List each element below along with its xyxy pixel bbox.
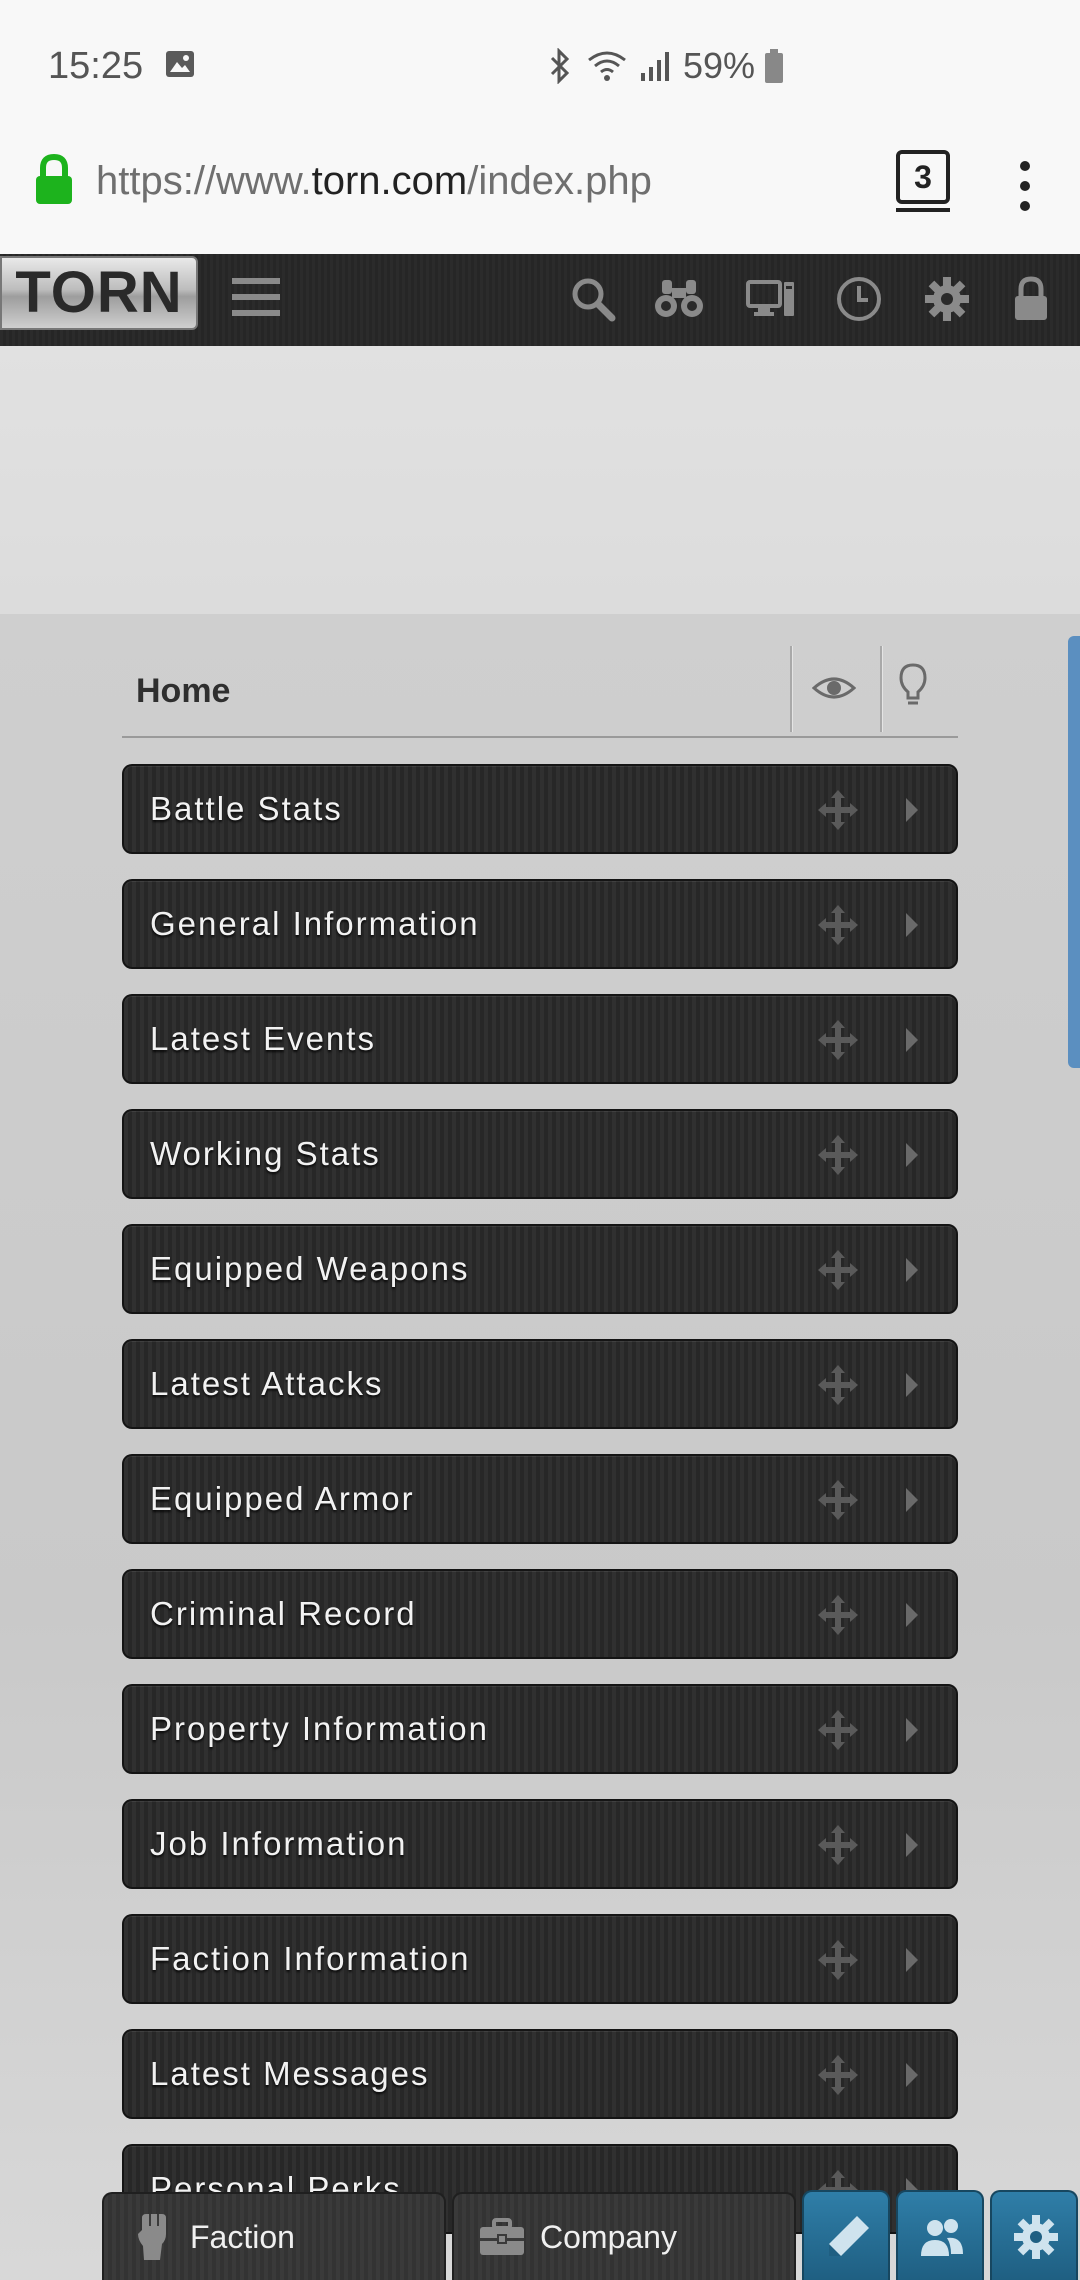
panel-item-working-stats[interactable]: Working Stats: [122, 1109, 958, 1199]
company-label: Company: [540, 2219, 677, 2255]
move-icon[interactable]: [818, 790, 858, 830]
faction-tab[interactable]: Faction: [102, 2192, 446, 2280]
chevron-right-icon[interactable]: [904, 1141, 920, 1169]
chevron-right-icon[interactable]: [904, 1256, 920, 1284]
panel-item-latest-events[interactable]: Latest Events: [122, 994, 958, 1084]
fist-icon: [138, 2214, 166, 2260]
panel-label: Latest Events: [150, 1020, 376, 1057]
header-divider: [790, 646, 793, 732]
computer-icon[interactable]: [746, 274, 796, 324]
panel-label: Equipped Weapons: [150, 1250, 470, 1287]
clock-icon[interactable]: [834, 274, 884, 324]
chevron-right-icon[interactable]: [904, 1026, 920, 1054]
panel-label: Property Information: [150, 1710, 489, 1747]
panel-item-job-information[interactable]: Job Information: [122, 1799, 958, 1889]
chevron-right-icon[interactable]: [904, 1831, 920, 1859]
url-domain: torn.com: [311, 159, 468, 203]
scrollbar-thumb[interactable]: [1068, 636, 1080, 1068]
company-tab[interactable]: Company: [452, 2192, 796, 2280]
chevron-right-icon[interactable]: [904, 1486, 920, 1514]
panel-label: General Information: [150, 905, 480, 942]
more-menu-icon[interactable]: [1010, 156, 1040, 216]
status-bar: 15:25 59%: [0, 0, 1080, 132]
briefcase-icon: [480, 2218, 524, 2255]
edit-button[interactable]: [802, 2190, 890, 2280]
page-title: Home: [136, 672, 231, 710]
panel-item-latest-messages[interactable]: Latest Messages: [122, 2029, 958, 2119]
panel-item-property-information[interactable]: Property Information: [122, 1684, 958, 1774]
url-text[interactable]: https://www.torn.com/index.php: [96, 156, 652, 206]
move-icon[interactable]: [818, 905, 858, 945]
people-icon: [921, 2219, 963, 2256]
move-icon[interactable]: [818, 2055, 858, 2095]
wifi-icon: [585, 48, 629, 84]
chevron-right-icon[interactable]: [904, 1601, 920, 1629]
panel-label: Latest Messages: [150, 2055, 430, 2092]
panel-item-faction-information[interactable]: Faction Information: [122, 1914, 958, 2004]
move-icon[interactable]: [818, 1250, 858, 1290]
move-icon[interactable]: [818, 1365, 858, 1405]
torn-logo-text: TORN: [15, 260, 183, 325]
url-prefix: https://www.: [96, 159, 312, 203]
bluetooth-icon: [545, 48, 575, 84]
panel-item-battle-stats[interactable]: Battle Stats: [122, 764, 958, 854]
tab-count-underline: [896, 208, 950, 212]
binoculars-icon[interactable]: [654, 274, 704, 324]
panel-label: Battle Stats: [150, 790, 343, 827]
secure-lock-icon: [36, 154, 72, 204]
header-divider: [880, 646, 883, 732]
chevron-right-icon[interactable]: [904, 1946, 920, 1974]
panel-label: Latest Attacks: [150, 1365, 384, 1402]
panel-item-criminal-record[interactable]: Criminal Record: [122, 1569, 958, 1659]
url-path: /index.php: [467, 159, 652, 203]
status-time: 15:25: [48, 45, 144, 87]
chevron-right-icon[interactable]: [904, 2061, 920, 2089]
battery-percent: 59%: [683, 45, 756, 86]
lock-icon[interactable]: [1006, 274, 1056, 324]
home-header: Home: [122, 646, 958, 738]
lightbulb-icon[interactable]: [898, 662, 928, 708]
eye-icon[interactable]: [812, 670, 856, 706]
move-icon[interactable]: [818, 1480, 858, 1520]
tab-switcher-button[interactable]: 3: [896, 150, 950, 204]
panel-item-equipped-weapons[interactable]: Equipped Weapons: [122, 1224, 958, 1314]
panel-item-latest-attacks[interactable]: Latest Attacks: [122, 1339, 958, 1429]
move-icon[interactable]: [818, 1940, 858, 1980]
move-icon[interactable]: [818, 1595, 858, 1635]
torn-top-nav: TORN: [0, 254, 1080, 348]
panel-label: Criminal Record: [150, 1595, 417, 1632]
chevron-right-icon[interactable]: [904, 1371, 920, 1399]
panel-label: Faction Information: [150, 1940, 471, 1977]
move-icon[interactable]: [818, 1825, 858, 1865]
hamburger-icon[interactable]: [232, 276, 280, 318]
panel-item-general-information[interactable]: General Information: [122, 879, 958, 969]
people-button[interactable]: [896, 2190, 984, 2280]
panel-label: Equipped Armor: [150, 1480, 415, 1517]
panel-list: Battle Stats General Information Latest …: [122, 764, 958, 2259]
panel-item-equipped-armor[interactable]: Equipped Armor: [122, 1454, 958, 1544]
pencil-icon: [829, 2216, 869, 2256]
chevron-right-icon[interactable]: [904, 796, 920, 824]
page-hero-background: [0, 346, 1080, 614]
panel-label: Job Information: [150, 1825, 408, 1862]
chevron-right-icon[interactable]: [904, 1716, 920, 1744]
gear-icon[interactable]: [922, 274, 972, 324]
settings-button[interactable]: [990, 2190, 1078, 2280]
signal-icon: [639, 49, 673, 83]
photo-icon: [166, 51, 194, 77]
faction-label: Faction: [190, 2219, 295, 2255]
move-icon[interactable]: [818, 1135, 858, 1175]
gear-icon: [1014, 2215, 1058, 2259]
browser-url-bar: https://www.torn.com/index.php 3: [0, 132, 1080, 256]
battery-icon: [763, 48, 785, 84]
move-icon[interactable]: [818, 1020, 858, 1060]
panel-label: Working Stats: [150, 1135, 381, 1172]
chevron-right-icon[interactable]: [904, 911, 920, 939]
status-icons: 59%: [545, 44, 795, 88]
torn-logo[interactable]: TORN: [0, 256, 198, 330]
search-icon[interactable]: [568, 274, 618, 324]
move-icon[interactable]: [818, 1710, 858, 1750]
